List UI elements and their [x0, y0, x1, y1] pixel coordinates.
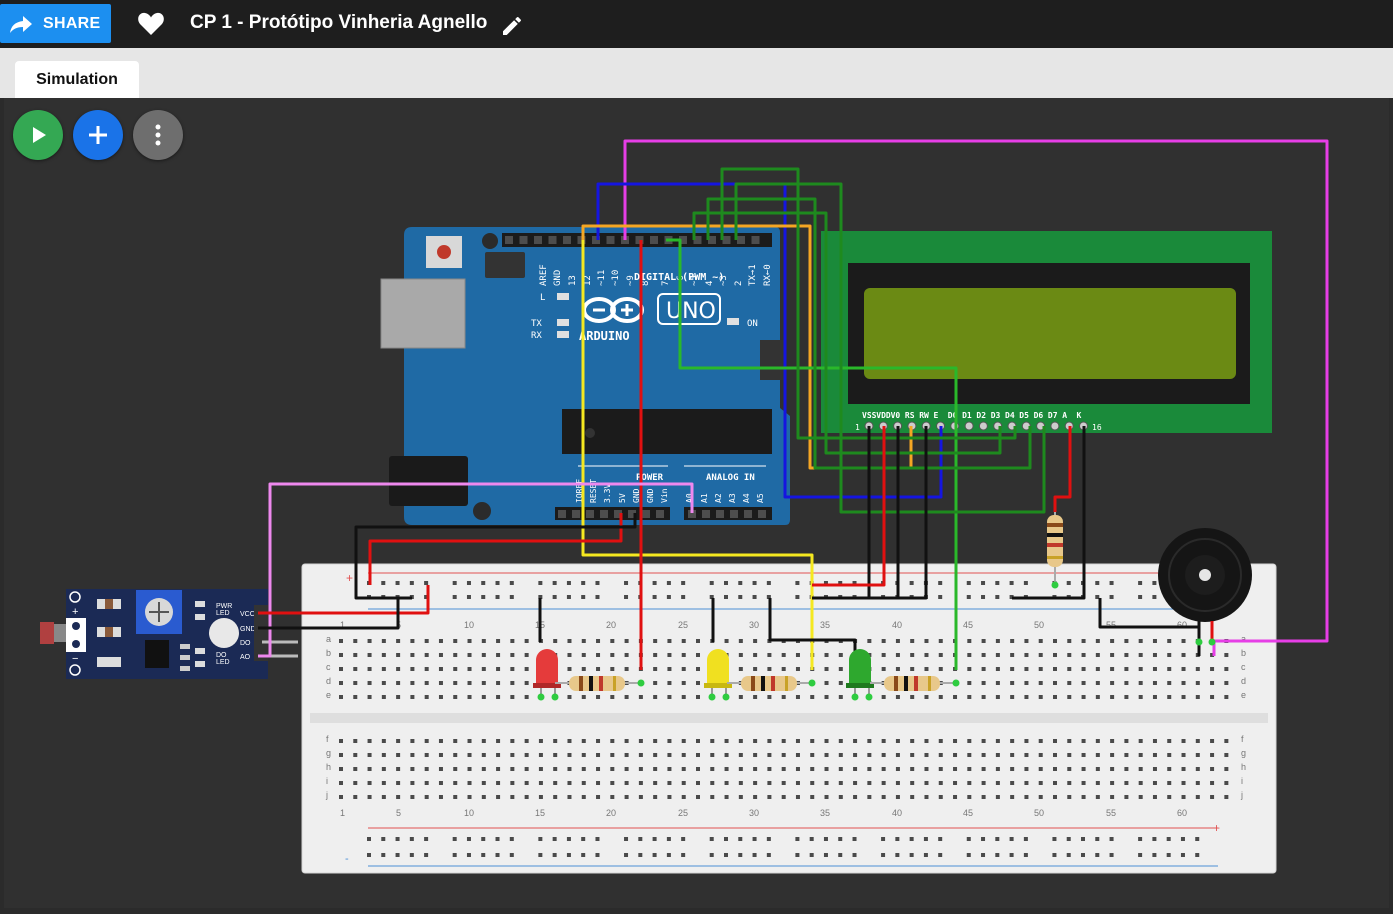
share-button[interactable]: SHARE — [0, 4, 111, 43]
top-bar: SHARE CP 1 - Protótipo Vinheria Agnello — [0, 0, 1393, 48]
heart-icon[interactable] — [137, 11, 165, 37]
more-options-button[interactable] — [133, 110, 183, 160]
share-label: SHARE — [43, 14, 101, 32]
share-arrow-icon — [8, 11, 34, 37]
project-title: CP 1 - Protótipo Vinheria Agnello — [190, 12, 488, 33]
simulation-canvas[interactable] — [4, 98, 1389, 908]
play-button[interactable] — [13, 110, 63, 160]
tab-strip: Simulation — [0, 48, 1393, 98]
edit-pencil-icon[interactable] — [500, 14, 524, 38]
play-icon — [33, 127, 46, 143]
plus-icon — [89, 126, 107, 144]
tab-simulation[interactable]: Simulation — [15, 61, 139, 98]
more-vert-icon — [155, 124, 161, 146]
add-component-button[interactable] — [73, 110, 123, 160]
